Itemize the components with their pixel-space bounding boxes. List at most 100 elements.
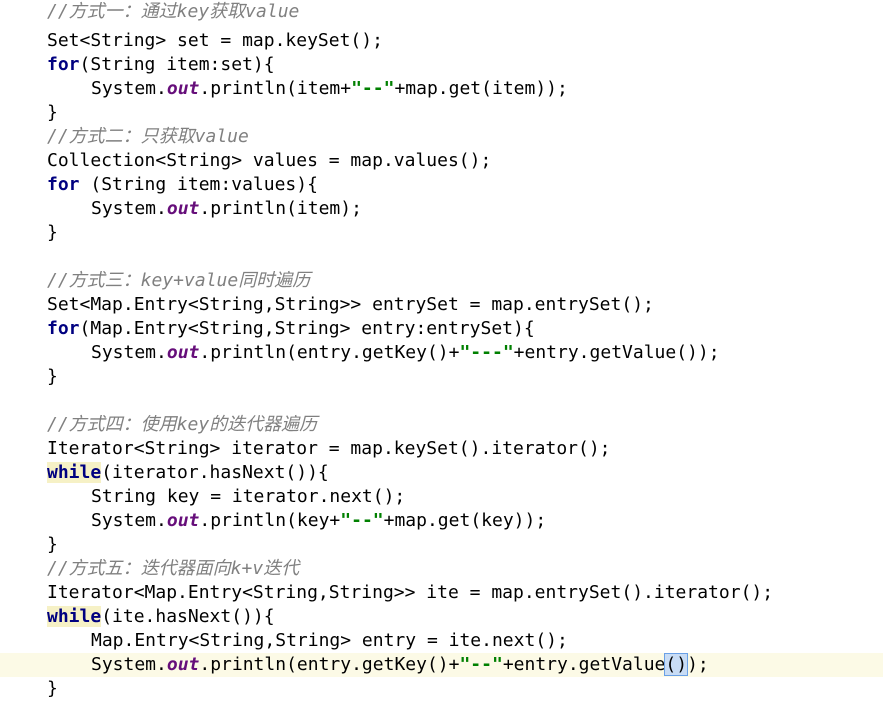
code-text: System.out.println(item); — [91, 197, 362, 221]
code-token: (String item:set){ — [79, 54, 275, 75]
code-text: Set<Map.Entry<String,String>> entrySet =… — [47, 293, 654, 317]
code-line[interactable]: System.out.println(entry.getKey()+"---"+… — [0, 341, 883, 365]
code-editor[interactable]: //方式一：通过key获取value Set<String> set = map… — [0, 0, 883, 699]
code-line[interactable]: Iterator<String> iterator = map.keySet()… — [0, 437, 883, 461]
code-text: for(Map.Entry<String,String> entry:entry… — [47, 317, 535, 341]
code-token: //方式三：key+value同时遍历 — [47, 270, 311, 291]
code-token: "--" — [351, 78, 395, 99]
code-line[interactable]: } — [0, 221, 883, 245]
code-line[interactable]: System.out.println(item+"--"+map.get(ite… — [0, 77, 883, 101]
code-token: while — [47, 462, 102, 483]
code-line[interactable]: System.out.println(item); — [0, 197, 883, 221]
code-text: } — [47, 101, 58, 125]
code-token: "---" — [459, 342, 514, 363]
code-text: } — [47, 533, 58, 557]
code-text: Set<String> set = map.keySet(); — [47, 29, 383, 53]
code-token: //方式一：通过key获取value — [47, 1, 300, 22]
code-token: "--" — [459, 654, 503, 675]
code-line[interactable]: Iterator<Map.Entry<String,String>> ite =… — [0, 581, 883, 605]
code-token: Iterator<Map.Entry<String,String>> ite =… — [47, 582, 774, 603]
code-token: Set<String> set = map.keySet(); — [47, 30, 383, 51]
code-text: System.out.println(item+"--"+map.get(ite… — [91, 77, 568, 101]
code-token: } — [47, 102, 58, 123]
code-text: Collection<String> values = map.values()… — [47, 149, 491, 173]
code-text: Iterator<Map.Entry<String,String>> ite =… — [47, 581, 773, 605]
code-line[interactable] — [0, 245, 883, 269]
code-token: out — [166, 198, 200, 219]
code-text: System.out.println(entry.getKey()+"--"+e… — [91, 653, 709, 677]
code-token: "--" — [340, 510, 384, 531]
code-text: System.out.println(entry.getKey()+"---"+… — [91, 341, 720, 365]
code-token: () — [664, 653, 689, 676]
code-token: //方式五：迭代器面向k+v迭代 — [47, 558, 300, 579]
code-line[interactable]: Set<String> set = map.keySet(); — [0, 29, 883, 53]
code-line[interactable] — [0, 389, 883, 413]
code-line[interactable]: while(ite.hasNext()){ — [0, 605, 883, 629]
code-line[interactable]: //方式二：只获取value — [0, 125, 883, 149]
code-token: for — [47, 318, 80, 339]
code-token: System. — [91, 654, 167, 675]
code-line[interactable]: Collection<String> values = map.values()… — [0, 149, 883, 173]
code-text: //方式四：使用key的迭代器遍历 — [47, 413, 317, 437]
code-text: } — [47, 221, 58, 245]
code-text: while(ite.hasNext()){ — [47, 605, 275, 629]
code-token: out — [166, 78, 200, 99]
code-token: (ite.hasNext()){ — [101, 606, 275, 627]
code-text: while(iterator.hasNext()){ — [47, 461, 329, 485]
code-token: System. — [91, 198, 167, 219]
code-token: (iterator.hasNext()){ — [101, 462, 329, 483]
code-text: } — [47, 365, 58, 389]
code-line[interactable]: } — [0, 533, 883, 557]
code-token: (Map.Entry<String,String> entry:entrySet… — [79, 318, 535, 339]
code-text: Iterator<String> iterator = map.keySet()… — [47, 437, 611, 461]
code-token: for — [47, 54, 80, 75]
code-token: out — [166, 510, 200, 531]
code-token: } — [47, 678, 58, 699]
code-line[interactable]: //方式四：使用key的迭代器遍历 — [0, 413, 883, 437]
code-token: } — [47, 534, 58, 555]
code-line[interactable]: //方式一：通过key获取value — [0, 0, 883, 24]
code-text: //方式一：通过key获取value — [47, 0, 299, 24]
code-line[interactable]: for(String item:set){ — [0, 53, 883, 77]
code-token: } — [47, 222, 58, 243]
code-line[interactable]: while(iterator.hasNext()){ — [0, 461, 883, 485]
code-text: String key = iterator.next(); — [91, 485, 405, 509]
code-token: //方式二：只获取value — [47, 126, 249, 147]
code-token: Set<Map.Entry<String,String>> entrySet =… — [47, 294, 654, 315]
code-token: .println(key+ — [199, 510, 341, 531]
code-text: } — [47, 677, 58, 701]
code-line[interactable]: //方式五：迭代器面向k+v迭代 — [0, 557, 883, 581]
code-token: for — [47, 174, 80, 195]
code-token: +map.get(item)); — [394, 78, 568, 99]
code-line[interactable]: //方式三：key+value同时遍历 — [0, 269, 883, 293]
code-token: +map.get(key)); — [383, 510, 547, 531]
code-token: } — [47, 366, 58, 387]
code-token: out — [166, 654, 200, 675]
code-token: while — [47, 606, 102, 627]
code-text: //方式五：迭代器面向k+v迭代 — [47, 557, 299, 581]
code-line[interactable]: for(Map.Entry<String,String> entry:entry… — [0, 317, 883, 341]
code-token: Map.Entry<String,String> entry = ite.nex… — [91, 630, 568, 651]
code-text: Map.Entry<String,String> entry = ite.nex… — [91, 629, 568, 653]
code-line[interactable]: } — [0, 101, 883, 125]
code-token: .println(item); — [199, 198, 362, 219]
code-line[interactable]: Map.Entry<String,String> entry = ite.nex… — [0, 629, 883, 653]
code-token: out — [166, 342, 200, 363]
code-token: //方式四：使用key的迭代器遍历 — [47, 414, 318, 435]
code-line[interactable]: String key = iterator.next(); — [0, 485, 883, 509]
code-text: //方式三：key+value同时遍历 — [47, 269, 310, 293]
code-token: +entry.getValue()); — [513, 342, 720, 363]
code-token: ); — [687, 654, 709, 675]
code-token: Iterator<String> iterator = map.keySet()… — [47, 438, 611, 459]
code-line[interactable]: } — [0, 365, 883, 389]
code-line[interactable]: } — [0, 677, 883, 701]
code-line[interactable]: for (String item:values){ — [0, 173, 883, 197]
code-line[interactable]: Set<Map.Entry<String,String>> entrySet =… — [0, 293, 883, 317]
code-token: System. — [91, 342, 167, 363]
code-token: Collection<String> values = map.values()… — [47, 150, 492, 171]
code-line-current[interactable]: System.out.println(entry.getKey()+"--"+e… — [0, 653, 883, 677]
code-text: //方式二：只获取value — [47, 125, 249, 149]
code-text: for (String item:values){ — [47, 173, 318, 197]
code-line[interactable]: System.out.println(key+"--"+map.get(key)… — [0, 509, 883, 533]
code-token: System. — [91, 510, 167, 531]
